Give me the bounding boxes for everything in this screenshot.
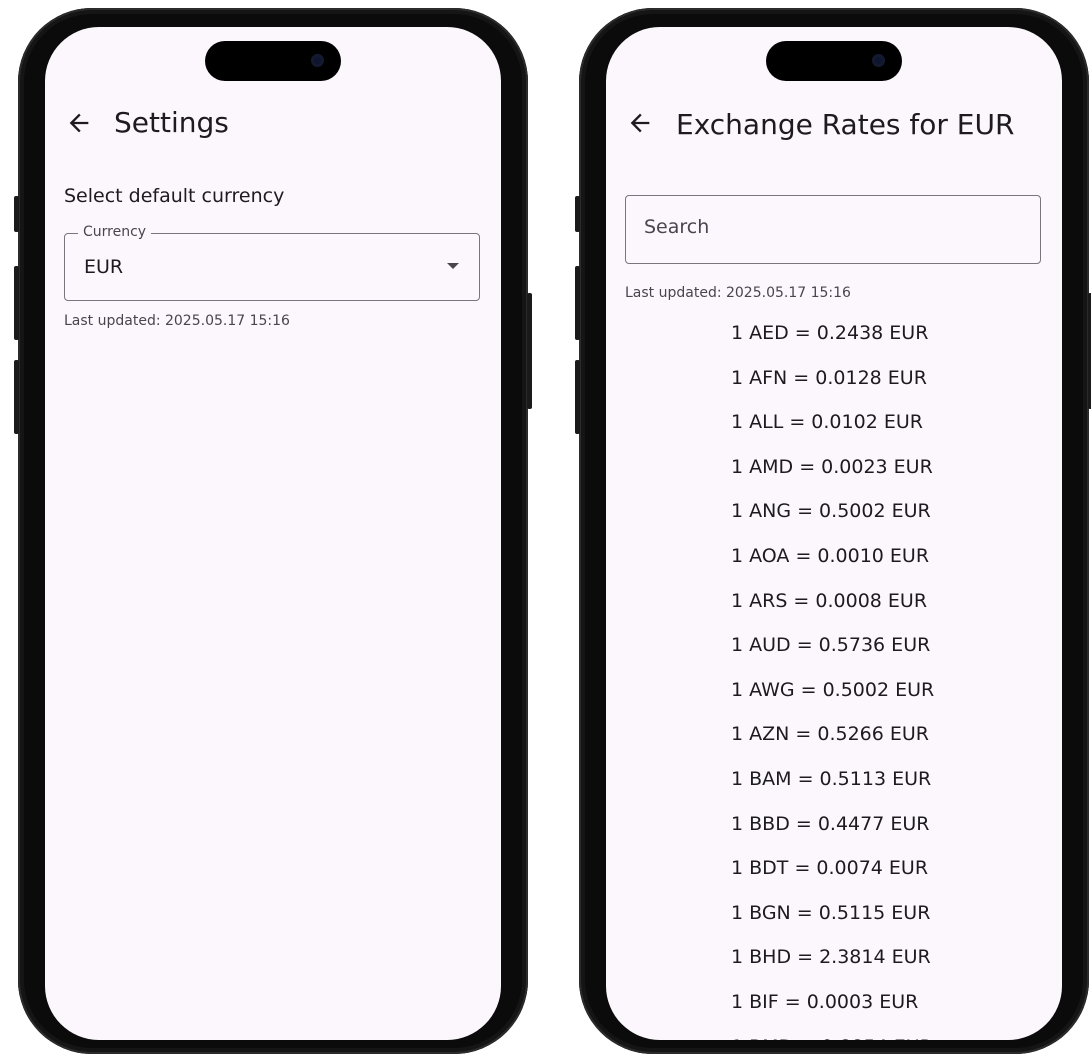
dynamic-island: [766, 41, 902, 81]
arrow-back-icon[interactable]: [626, 109, 654, 137]
exchange-rate-list[interactable]: 1 AED = 0.2438 EUR 1 AFN = 0.0128 EUR 1 AL…: [606, 313, 1062, 1040]
volume-up-button: [14, 266, 19, 340]
rate-list-item: 1 AUD = 0.5736 EUR: [731, 634, 931, 657]
camera-lens-icon: [311, 54, 324, 67]
dynamic-island: [205, 41, 341, 81]
rate-list-item: 1 ARS = 0.0008 EUR: [731, 589, 928, 612]
rate-list-item: 1 AOA = 0.0010 EUR: [731, 544, 930, 567]
currency-dropdown[interactable]: Currency EUR: [64, 224, 480, 301]
top-app-bar: Exchange Rates for EUR: [606, 97, 1062, 147]
rate-list-item: 1 AWG = 0.5002 EUR: [731, 678, 935, 701]
dropdown-arrow-icon[interactable]: [447, 263, 459, 269]
rate-list-item: 1 AZN = 0.5266 EUR: [731, 723, 929, 746]
last-updated-text: Last updated: 2025.05.17 15:16: [64, 313, 290, 329]
search-field[interactable]: [625, 195, 1041, 264]
section-title: Select default currency: [64, 185, 285, 207]
rate-list-item: 1 BIF = 0.0003 EUR: [731, 990, 919, 1013]
search-input[interactable]: [644, 216, 1014, 238]
exchange-rates-screen: Exchange Rates for EUR Last updated: 202…: [606, 27, 1062, 1040]
phone-frame-exchange-rates: Exchange Rates for EUR Last updated: 202…: [575, 8, 1091, 1054]
volume-up-button: [575, 266, 580, 340]
rate-list-item: 1 ALL = 0.0102 EUR: [731, 411, 923, 434]
action-button: [14, 196, 19, 232]
power-button: [527, 293, 532, 409]
rate-list-item: 1 ANG = 0.5002 EUR: [731, 500, 931, 523]
volume-down-button: [575, 360, 580, 434]
settings-screen: Settings Select default currency Currenc…: [45, 27, 501, 1040]
currency-field-label: Currency: [78, 224, 152, 240]
rate-list-item: 1 BDT = 0.0074 EUR: [731, 857, 929, 880]
rate-list-item: 1 BHD = 2.3814 EUR: [731, 946, 931, 969]
rate-list-item: 1 BMD = 0.8854 EUR: [606, 1027, 1062, 1041]
rate-list-item: 1 AED = 0.2438 EUR: [731, 322, 929, 344]
page-title: Exchange Rates for EUR: [676, 108, 1015, 141]
camera-lens-icon: [872, 54, 885, 67]
rate-list-item: 1 AMD = 0.0023 EUR: [731, 455, 933, 478]
stage: Settings Select default currency Currenc…: [0, 0, 1091, 1058]
action-button: [575, 196, 580, 232]
last-updated-text: Last updated: 2025.05.17 15:16: [625, 285, 851, 301]
page-title: Settings: [114, 106, 229, 139]
rate-list-item: 1 BBD = 0.4477 EUR: [731, 812, 930, 835]
rate-list-item: 1 AFN = 0.0128 EUR: [731, 366, 927, 389]
top-app-bar: Settings: [45, 97, 501, 147]
arrow-back-icon[interactable]: [65, 109, 93, 137]
rate-list-item: 1 BGN = 0.5115 EUR: [731, 901, 931, 924]
rate-list-item: 1 BAM = 0.5113 EUR: [731, 767, 932, 790]
phone-frame-settings: Settings Select default currency Currenc…: [14, 8, 532, 1054]
volume-down-button: [14, 360, 19, 434]
currency-field-value: EUR: [84, 256, 124, 278]
